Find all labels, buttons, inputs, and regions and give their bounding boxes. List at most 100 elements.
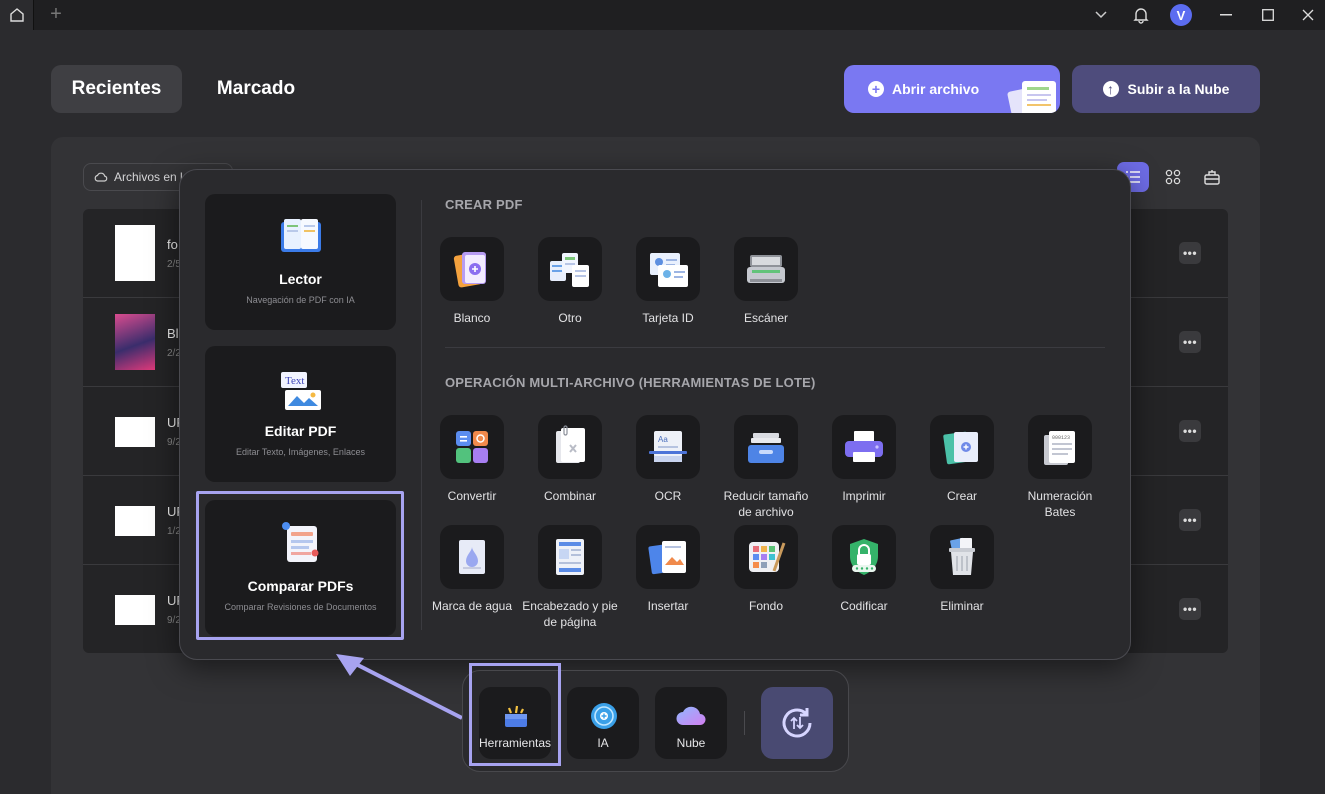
tool-background[interactable]: Fondo bbox=[717, 525, 815, 614]
home-tab[interactable] bbox=[0, 0, 34, 30]
file-thumbnail bbox=[115, 506, 155, 536]
other-files-icon bbox=[550, 253, 589, 287]
tool-label: Reducir tamaño de archivo bbox=[723, 489, 809, 519]
tool-header-footer[interactable]: Encabezado y pie de página bbox=[521, 525, 619, 630]
new-tab-button[interactable]: + bbox=[46, 4, 66, 24]
tool-encrypt[interactable]: Codificar bbox=[815, 525, 913, 614]
title-bar: + V bbox=[0, 0, 1325, 30]
minimize-button[interactable] bbox=[1218, 4, 1234, 26]
svg-text:Text: Text bbox=[285, 375, 304, 387]
open-file-button[interactable]: + Abrir archivo bbox=[844, 65, 1060, 113]
compare-highlight-frame bbox=[196, 491, 404, 640]
mode-subtitle: Editar Texto, Imágenes, Enlaces bbox=[236, 447, 365, 457]
compress-icon bbox=[748, 433, 784, 463]
print-icon bbox=[845, 431, 883, 462]
insert-icon bbox=[648, 541, 686, 575]
tool-scanner[interactable]: Escáner bbox=[717, 237, 815, 326]
batch-heading: OPERACIÓN MULTI-ARCHIVO (HERRAMIENTAS DE… bbox=[445, 375, 816, 390]
file-name: fo bbox=[167, 237, 178, 252]
tool-label: Crear bbox=[946, 489, 977, 503]
annotation-arrow bbox=[336, 654, 463, 720]
tool-label: Fondo bbox=[748, 599, 784, 613]
maximize-button[interactable] bbox=[1260, 4, 1276, 26]
chevron-down-icon[interactable] bbox=[1093, 4, 1109, 26]
book-icon bbox=[281, 219, 321, 252]
tool-other[interactable]: Otro bbox=[521, 237, 619, 326]
more-options-button[interactable]: ••• bbox=[1179, 509, 1201, 531]
mode-reader[interactable]: Lector Navegación de PDF con IA bbox=[205, 194, 396, 330]
tool-label: Tarjeta ID bbox=[642, 311, 694, 325]
id-card-icon bbox=[650, 253, 688, 287]
dock-separator bbox=[744, 711, 745, 735]
svg-text:Aa: Aa bbox=[658, 435, 668, 444]
mode-subtitle: Navegación de PDF con IA bbox=[246, 295, 355, 305]
tool-label: Blanco bbox=[453, 311, 491, 325]
dock-label: IA bbox=[597, 736, 609, 750]
tool-label: Numeración Bates bbox=[1027, 489, 1093, 519]
tool-create[interactable]: Crear bbox=[913, 415, 1011, 504]
section-divider bbox=[445, 347, 1105, 348]
tool-ocr[interactable]: Aa OCR bbox=[619, 415, 717, 504]
close-button[interactable] bbox=[1300, 4, 1316, 26]
tools-highlight-frame bbox=[469, 663, 561, 766]
ocr-icon: Aa bbox=[649, 431, 687, 462]
open-file-label: Abrir archivo bbox=[892, 81, 980, 97]
convert-icon bbox=[456, 431, 488, 463]
mode-edit-pdf[interactable]: Text Editar PDF Editar Texto, Imágenes, … bbox=[205, 346, 396, 482]
cloud-files-label: Archivos en la bbox=[114, 170, 190, 184]
dock-ai-button[interactable]: IA bbox=[567, 687, 639, 759]
dock-cloud-button[interactable]: Nube bbox=[655, 687, 727, 759]
tab-marked[interactable]: Marcado bbox=[194, 65, 318, 113]
tool-label: Imprimir bbox=[842, 489, 886, 503]
tool-label: Insertar bbox=[647, 599, 689, 613]
bates-icon: 000123 bbox=[1044, 431, 1075, 465]
mode-title: Editar PDF bbox=[264, 423, 337, 439]
tool-blank[interactable]: Blanco bbox=[423, 237, 521, 326]
cloud-icon bbox=[676, 706, 706, 725]
tool-label: Marca de agua bbox=[431, 599, 513, 613]
grid-view-button[interactable] bbox=[1157, 162, 1189, 192]
dock-convert-button[interactable] bbox=[761, 687, 833, 759]
create-icon bbox=[943, 431, 978, 465]
grid-view-icon bbox=[1165, 169, 1181, 185]
mode-title: Lector bbox=[279, 271, 322, 287]
tool-compress[interactable]: Reducir tamaño de archivo bbox=[717, 415, 815, 520]
documents-illustration-icon bbox=[1007, 81, 1056, 113]
tool-watermark[interactable]: Marca de agua bbox=[423, 525, 521, 614]
popover-divider bbox=[421, 200, 422, 630]
upload-icon: ↑ bbox=[1102, 81, 1119, 97]
user-avatar[interactable]: V bbox=[1170, 4, 1192, 26]
tool-bates[interactable]: 000123 Numeración Bates bbox=[1011, 415, 1109, 520]
tool-delete[interactable]: Eliminar bbox=[913, 525, 1011, 614]
tool-combine[interactable]: Combinar bbox=[521, 415, 619, 504]
home-icon bbox=[9, 8, 24, 22]
more-options-button[interactable]: ••• bbox=[1179, 420, 1201, 442]
more-options-button[interactable]: ••• bbox=[1179, 242, 1201, 264]
bell-icon[interactable] bbox=[1131, 4, 1151, 26]
tool-label: Codificar bbox=[840, 599, 888, 613]
tool-print[interactable]: Imprimir bbox=[815, 415, 913, 504]
tool-label: Combinar bbox=[543, 489, 597, 503]
tool-convert[interactable]: Convertir bbox=[423, 415, 521, 504]
tool-label: Convertir bbox=[447, 489, 497, 503]
tool-insert[interactable]: Insertar bbox=[619, 525, 717, 614]
watermark-icon bbox=[459, 540, 485, 574]
tool-label: Escáner bbox=[743, 311, 789, 325]
plus-icon: + bbox=[868, 81, 884, 97]
scanner-icon bbox=[747, 255, 785, 283]
dock-label: Nube bbox=[676, 736, 706, 750]
delete-icon bbox=[949, 537, 975, 575]
tool-id-card[interactable]: Tarjeta ID bbox=[619, 237, 717, 326]
tab-recent[interactable]: Recientes bbox=[51, 65, 182, 113]
upload-cloud-button[interactable]: ↑ Subir a la Nube bbox=[1072, 65, 1260, 113]
file-thumbnail bbox=[115, 225, 155, 281]
create-pdf-heading: CREAR PDF bbox=[445, 197, 523, 212]
header-footer-icon bbox=[556, 539, 584, 575]
batch-toolbox-button[interactable] bbox=[1196, 162, 1228, 192]
cloud-icon bbox=[94, 172, 108, 182]
more-options-button[interactable]: ••• bbox=[1179, 331, 1201, 353]
blank-pdf-icon bbox=[453, 252, 486, 288]
tool-label: Eliminar bbox=[940, 599, 984, 613]
more-options-button[interactable]: ••• bbox=[1179, 598, 1201, 620]
tool-label: OCR bbox=[654, 489, 682, 503]
